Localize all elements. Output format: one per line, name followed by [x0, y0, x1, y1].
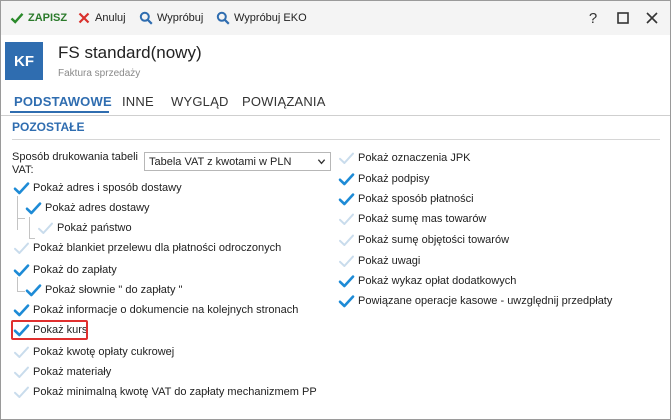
- option-label: Pokaż sumę objętości towarów: [358, 234, 510, 246]
- option-checkbox[interactable]: Pokaż oznaczenia JPK: [337, 149, 471, 167]
- tab-wyglad[interactable]: WYGLĄD: [171, 94, 229, 109]
- checkbox-checked-icon: [337, 171, 355, 187]
- option-label: Pokaż do zapłaty: [33, 264, 117, 276]
- option-checkbox[interactable]: Pokaż uwagi: [337, 252, 420, 270]
- checkbox-unchecked-icon: [337, 232, 355, 248]
- option-label: Pokaż adres i sposób dostawy: [33, 182, 182, 194]
- save-button[interactable]: ZAPISZ: [10, 10, 67, 26]
- checkbox-checked-icon: [12, 262, 30, 278]
- close-icon: [646, 12, 658, 24]
- option-label: Pokaż blankiet przelewu dla płatności od…: [33, 242, 282, 254]
- tree-connector: [17, 218, 25, 219]
- option-checkbox[interactable]: Pokaż sumę mas towarów: [337, 210, 486, 228]
- option-label: Pokaż adres dostawy: [45, 202, 150, 214]
- tabs-divider: [1, 115, 670, 116]
- checkbox-unchecked-icon: [36, 220, 54, 236]
- chevron-down-icon: [317, 159, 326, 165]
- option-label: Pokaż informacje o dokumencie na kolejny…: [33, 304, 299, 316]
- save-label: ZAPISZ: [28, 12, 68, 24]
- vat-print-label-line2: VAT:: [12, 164, 34, 176]
- option-label: Pokaż minimalną kwotę VAT do zapłaty mec…: [33, 386, 317, 398]
- try-eko-label: Wypróbuj EKO: [234, 12, 307, 24]
- checkmark-icon: [10, 13, 24, 24]
- toolbar: ZAPISZ Anuluj Wypróbuj Wypróbuj EKO ?: [1, 1, 670, 35]
- option-checkbox[interactable]: Pokaż sumę objętości towarów: [337, 231, 509, 249]
- checkbox-unchecked-icon: [337, 150, 355, 166]
- option-checkbox[interactable]: Pokaż materiały: [12, 363, 111, 381]
- checkbox-checked-icon: [24, 200, 42, 216]
- option-checkbox[interactable]: Pokaż do zapłaty: [12, 261, 117, 279]
- search-icon: [139, 11, 153, 25]
- document-subtitle: Faktura sprzedaży: [58, 68, 141, 79]
- vat-print-select[interactable]: Tabela VAT z kwotami w PLN: [144, 152, 331, 171]
- option-label: Pokaż uwagi: [358, 255, 421, 267]
- option-label: Pokaż kwotę opłaty cukrowej: [33, 346, 175, 358]
- cancel-button[interactable]: Anuluj: [77, 10, 126, 26]
- document-title: FS standard(nowy): [58, 43, 202, 62]
- option-checkbox[interactable]: Pokaż kwotę opłaty cukrowej: [12, 343, 174, 361]
- close-button[interactable]: [642, 8, 662, 28]
- document-header: KF FS standard(nowy) Faktura sprzedaży: [1, 35, 670, 89]
- tab-podstawowe[interactable]: PODSTAWOWE: [14, 94, 112, 109]
- option-checkbox[interactable]: Pokaż słownie " do zapłaty ": [24, 281, 182, 299]
- checkbox-checked-icon: [337, 293, 355, 309]
- option-label: Powiązane operacje kasowe - uwzględnij p…: [358, 295, 613, 307]
- checkbox-checked-icon: [12, 180, 30, 196]
- option-checkbox[interactable]: Pokaż wykaz opłat dodatkowych: [337, 272, 516, 290]
- maximize-button[interactable]: [613, 8, 633, 28]
- option-label: Pokaż sposób płatności: [358, 193, 474, 205]
- help-icon: ?: [588, 9, 598, 27]
- checkbox-unchecked-icon: [12, 240, 30, 256]
- tree-connector: [17, 196, 18, 230]
- search-icon: [216, 11, 230, 25]
- vat-print-value: Tabela VAT z kwotami w PLN: [149, 155, 292, 168]
- option-checkbox[interactable]: Pokaż blankiet przelewu dla płatności od…: [12, 239, 281, 257]
- option-label: Pokaż oznaczenia JPK: [358, 152, 471, 164]
- option-checkbox[interactable]: Pokaż sposób płatności: [337, 190, 474, 208]
- section-divider: [12, 139, 660, 140]
- checkbox-checked-icon: [337, 191, 355, 207]
- checkbox-unchecked-icon: [12, 384, 30, 400]
- checkbox-checked-icon: [337, 273, 355, 289]
- try-eko-button[interactable]: Wypróbuj EKO: [216, 10, 307, 26]
- option-label: Pokaż państwo: [57, 222, 132, 234]
- option-label: Pokaż materiały: [33, 366, 112, 378]
- help-button[interactable]: ?: [583, 8, 603, 28]
- checkbox-unchecked-icon: [337, 253, 355, 269]
- tree-connector: [17, 277, 18, 291]
- tree-connector: [29, 217, 30, 238]
- maximize-icon: [617, 12, 629, 24]
- tab-inne[interactable]: INNE: [122, 94, 154, 109]
- checkbox-checked-icon: [24, 282, 42, 298]
- vat-print-label-line1: Sposób drukowania tabeli: [12, 151, 138, 163]
- checkbox-unchecked-icon: [12, 344, 30, 360]
- active-tab-indicator: [10, 111, 109, 113]
- cancel-label: Anuluj: [95, 12, 126, 24]
- try-button[interactable]: Wypróbuj: [139, 10, 203, 26]
- option-checkbox[interactable]: Powiązane operacje kasowe - uwzględnij p…: [337, 292, 612, 310]
- try-label: Wypróbuj: [157, 12, 204, 24]
- checkbox-unchecked-icon: [12, 364, 30, 380]
- option-checkbox[interactable]: Pokaż informacje o dokumencie na kolejny…: [12, 301, 298, 319]
- option-label: Pokaż sumę mas towarów: [358, 213, 487, 225]
- checkbox-unchecked-icon: [337, 211, 355, 227]
- tab-bar: PODSTAWOWE INNE WYGLĄD POWIĄZANIA: [1, 89, 670, 115]
- dialog-window: ZAPISZ Anuluj Wypróbuj Wypróbuj EKO ? KF…: [0, 0, 671, 420]
- close-x-icon: [78, 12, 90, 24]
- option-checkbox[interactable]: Pokaż państwo: [36, 219, 132, 237]
- option-checkbox[interactable]: Pokaż adres i sposób dostawy: [12, 179, 182, 197]
- section-title: POZOSTAŁE: [12, 120, 85, 134]
- highlight-box: [11, 320, 88, 340]
- tab-powiazania[interactable]: POWIĄZANIA: [242, 94, 326, 109]
- option-checkbox[interactable]: Pokaż podpisy: [337, 170, 430, 188]
- option-label: Pokaż słownie " do zapłaty ": [45, 284, 183, 296]
- option-checkbox[interactable]: Pokaż adres dostawy: [24, 199, 150, 217]
- checkbox-checked-icon: [12, 302, 30, 318]
- option-checkbox[interactable]: Pokaż minimalną kwotę VAT do zapłaty mec…: [12, 383, 317, 401]
- option-label: Pokaż wykaz opłat dodatkowych: [358, 275, 517, 287]
- document-type-badge: KF: [5, 42, 43, 80]
- option-label: Pokaż podpisy: [358, 173, 430, 185]
